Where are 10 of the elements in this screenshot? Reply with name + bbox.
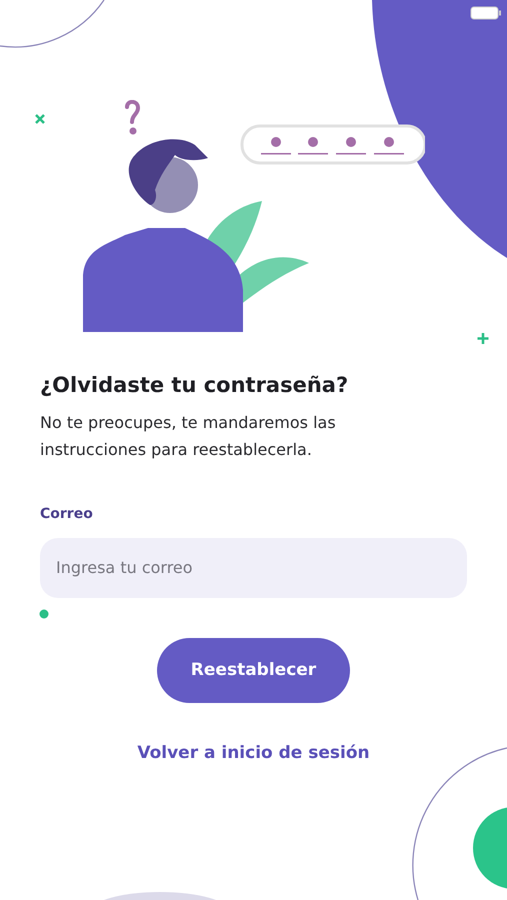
- email-field[interactable]: Ingresa tu correo: [40, 538, 467, 598]
- back-link[interactable]: Volver a inicio de sesión: [137, 742, 370, 763]
- battery-icon: [470, 6, 502, 20]
- close-icon: [34, 114, 46, 124]
- description-text: No te preocupes, te mandaremos las instrucciones para reestablecerla.: [40, 412, 337, 462]
- page-title: ¿Olvidaste tu contraseña?: [40, 372, 350, 399]
- field-label: Correo: [40, 506, 93, 522]
- reset-button[interactable]: Reestablecer: [157, 638, 350, 703]
- dot: [40, 610, 48, 618]
- plus-icon: [476, 332, 490, 346]
